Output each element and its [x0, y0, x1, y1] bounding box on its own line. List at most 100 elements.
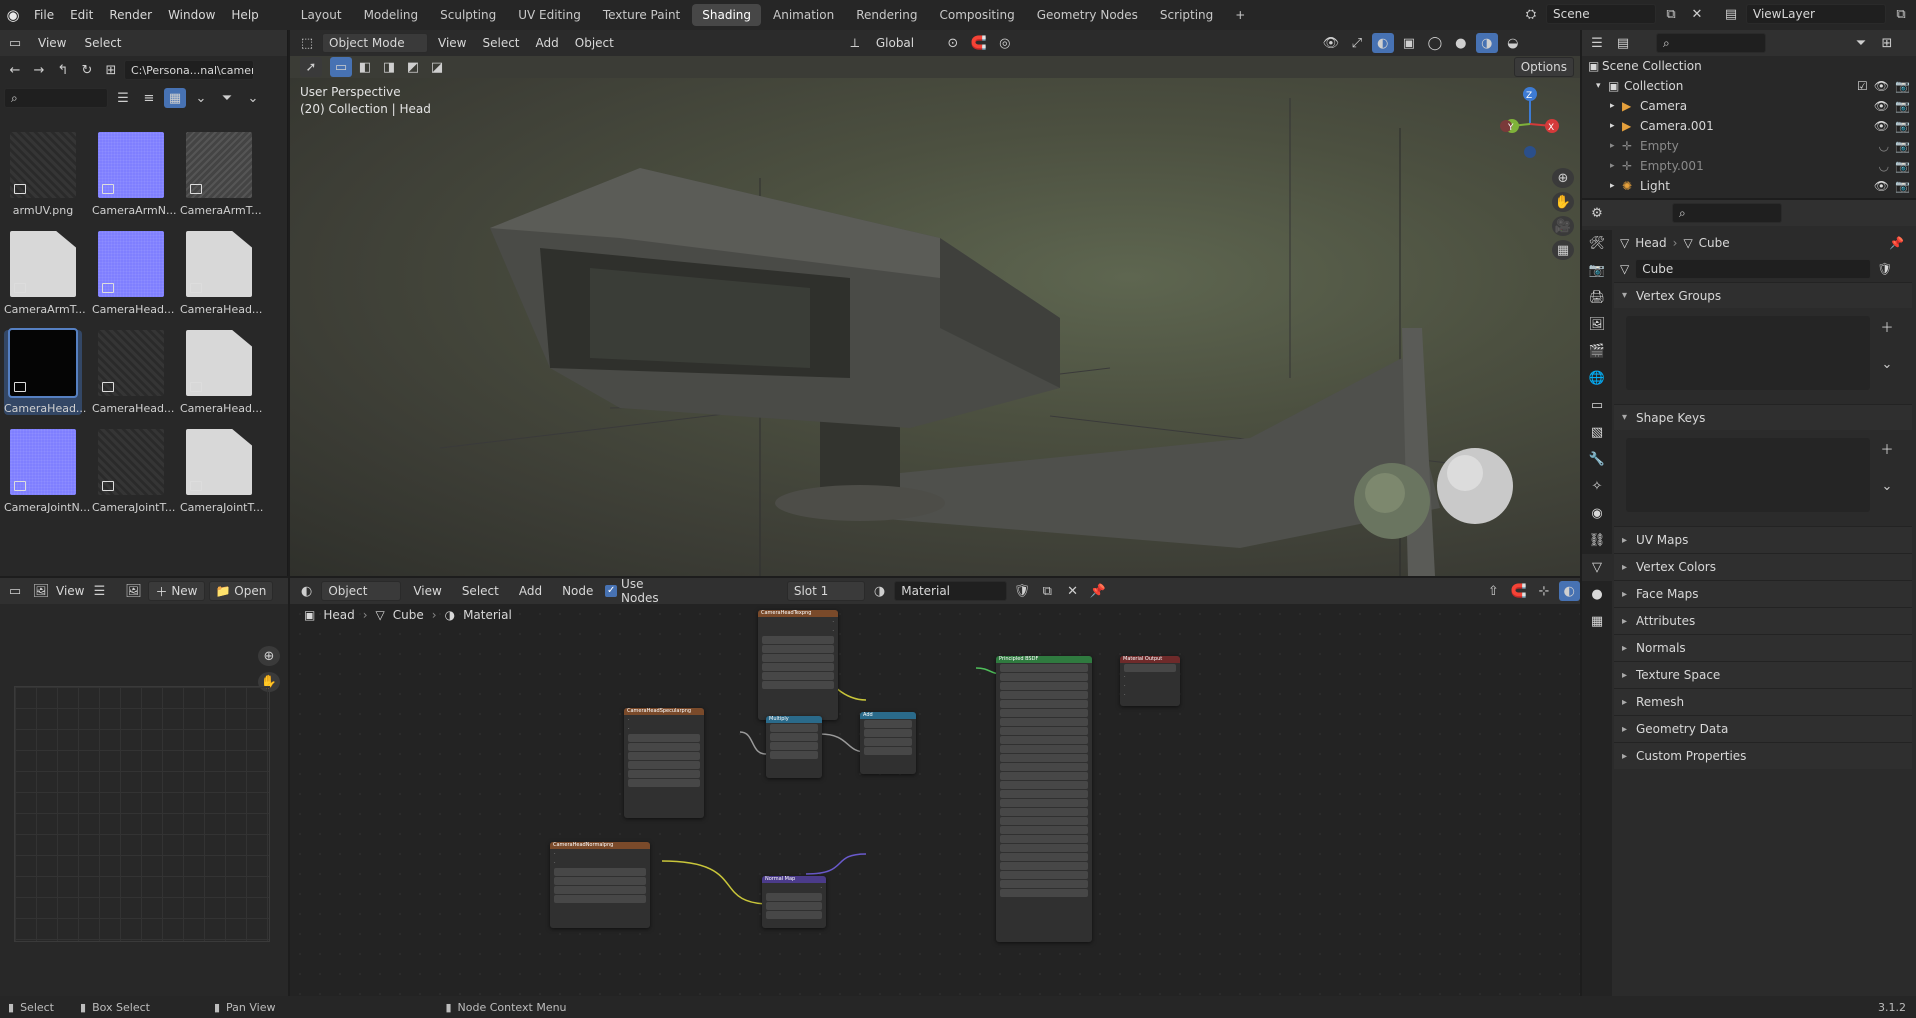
viewport-editor-type-icon[interactable]: ⬚ [296, 33, 318, 53]
file-thumbnail[interactable]: CameraJointT... [180, 429, 263, 514]
menu-file[interactable]: File [26, 8, 62, 22]
select-new-icon[interactable]: ▭ [330, 57, 352, 77]
shader-type-selector[interactable]: Object [321, 581, 402, 601]
add-vertex-group-icon[interactable]: ＋ [1876, 316, 1898, 336]
file-thumbnail[interactable]: CameraArmN... [92, 132, 176, 217]
pin-icon[interactable]: 📌 [1889, 236, 1904, 250]
horizontal-list-icon[interactable]: ≡ [138, 88, 160, 108]
eye-icon[interactable]: 👁 [1874, 79, 1889, 93]
expand-chevron-icon[interactable]: ▸ [1610, 101, 1622, 111]
forward-icon[interactable]: → [28, 60, 50, 80]
filter-options-icon[interactable]: ⌄ [242, 88, 264, 108]
ortho-toggle-icon[interactable]: ▦ [1552, 240, 1574, 260]
eye-icon[interactable]: ◡ [1879, 139, 1889, 153]
ne-menu-add[interactable]: Add [511, 584, 550, 598]
add-shape-key-icon[interactable]: ＋ [1876, 438, 1898, 458]
expand-chevron-icon[interactable]: ▸ [1610, 181, 1622, 191]
back-icon[interactable]: ← [4, 60, 26, 80]
panel-collapsed[interactable]: ▸ Attributes [1614, 607, 1912, 634]
filter-icon[interactable]: ⏷ [216, 88, 238, 108]
outliner-item[interactable]: ▸ ▶ Camera.001 👁 📷 [1582, 116, 1916, 136]
properties-search-input[interactable]: ⌕ [1672, 203, 1782, 223]
menu-help[interactable]: Help [223, 8, 266, 22]
zoom-icon[interactable]: ⊕ [258, 646, 280, 666]
panel-collapsed[interactable]: ▸ Vertex Colors [1614, 553, 1912, 580]
node-texture-top[interactable]: CameraHeadTexpng · · [758, 610, 838, 720]
expand-chevron-icon[interactable]: ▸ [1610, 161, 1622, 171]
snap-icon[interactable]: 🧲 [968, 33, 990, 53]
object-tab-icon[interactable]: ▧ [1582, 419, 1612, 446]
display-mode-icon[interactable]: ▤ [1612, 33, 1634, 53]
properties-editor-type-icon[interactable]: ⚙ [1586, 203, 1608, 223]
expand-chevron-icon[interactable]: ▾ [1596, 81, 1608, 91]
options-button[interactable]: Options [1513, 57, 1574, 77]
tab-layout[interactable]: Layout [291, 4, 352, 26]
unlink-material-icon[interactable]: ✕ [1062, 581, 1083, 601]
expand-chevron-icon[interactable]: ▸ [1610, 141, 1622, 151]
collection-tab-icon[interactable]: ▭ [1582, 392, 1612, 419]
add-workspace-button[interactable]: + [1225, 4, 1255, 26]
view-layer-icon[interactable]: ▤ [1720, 4, 1742, 24]
node-texture-bottom[interactable]: CameraHeadNormalpng · · [550, 842, 650, 928]
vp-menu-view[interactable]: View [432, 36, 472, 50]
menu-window[interactable]: Window [160, 8, 223, 22]
panel-collapsed[interactable]: ▸ Face Maps [1614, 580, 1912, 607]
image-browse-icon[interactable]: 🖼 [122, 581, 144, 601]
file-thumbnail[interactable]: CameraArmT... [180, 132, 262, 217]
mode-selector[interactable]: Object Mode [322, 33, 428, 53]
vp-menu-object[interactable]: Object [569, 36, 620, 50]
overlay-icon[interactable]: ◐ [1371, 33, 1394, 53]
select-subtract-icon[interactable]: ◨ [378, 57, 400, 77]
select-extend-icon[interactable]: ◧ [354, 57, 376, 77]
outliner-search-input[interactable]: ⌕ [1656, 33, 1766, 53]
tab-uv-editing[interactable]: UV Editing [508, 4, 591, 26]
shape-key-menu-icon[interactable]: ⌄ [1876, 476, 1898, 496]
navigation-gizmo[interactable]: Z X Y [1490, 84, 1570, 164]
breadcrumb-mesh[interactable]: Cube [1699, 236, 1730, 250]
file-thumbnail[interactable]: CameraJointN... [4, 429, 90, 514]
panel-collapsed[interactable]: ▸ Custom Properties [1614, 742, 1912, 769]
particles-tab-icon[interactable]: ✧ [1582, 473, 1612, 500]
checkbox-icon[interactable]: ☑ [1857, 79, 1868, 93]
overlay-icon[interactable]: ◐ [1558, 581, 1580, 601]
parent-node-tree-icon[interactable]: ⇧ [1483, 581, 1504, 601]
node-canvas[interactable]: ▣ Head › ▽ Cube › ◑ Material CameraHeadT… [290, 604, 1580, 996]
outliner-item[interactable]: ▸ ✛ Empty ◡ 📷 [1582, 136, 1916, 156]
panel-collapsed[interactable]: ▸ Normals [1614, 634, 1912, 661]
new-image-button[interactable]: ＋ New [148, 581, 205, 601]
snap-icon[interactable]: 🧲 [1508, 581, 1529, 601]
delete-scene-icon[interactable]: ✕ [1686, 4, 1708, 24]
outliner-collection[interactable]: ▾ ▣ Collection ☑ 👁 📷 [1582, 76, 1916, 96]
new-collection-icon[interactable]: ⊞ [1876, 33, 1898, 53]
open-image-button[interactable]: 📁 Open [208, 581, 274, 601]
pan-hand-icon[interactable]: ✋ [1552, 192, 1574, 212]
tab-animation[interactable]: Animation [763, 4, 844, 26]
ne-menu-select[interactable]: Select [454, 584, 507, 598]
scene-tab-icon[interactable]: 🎬 [1582, 338, 1612, 365]
material-tab-icon[interactable]: ● [1582, 581, 1612, 608]
transform-orientation-selector[interactable]: Global [870, 33, 938, 53]
panel-shape-keys[interactable]: ▾ Shape Keys [1614, 404, 1912, 430]
node-material-output[interactable]: Material Output · · · [1120, 656, 1180, 706]
fb-search-input[interactable]: ⌕ [4, 88, 108, 108]
rendered-shading-icon[interactable]: ◒ [1502, 33, 1524, 53]
solid-shading-icon[interactable]: ● [1450, 33, 1472, 53]
ne-menu-node[interactable]: Node [554, 584, 601, 598]
new-scene-icon[interactable]: ⧉ [1660, 4, 1682, 24]
refresh-icon[interactable]: ↻ [76, 60, 98, 80]
proportional-edit-icon[interactable]: ◎ [994, 33, 1016, 53]
outliner-item[interactable]: ▸ ✛ Empty.001 ◡ 📷 [1582, 156, 1916, 176]
tab-scripting[interactable]: Scripting [1150, 4, 1223, 26]
texture-tab-icon[interactable]: ▦ [1582, 608, 1612, 635]
outliner-editor-type-icon[interactable]: ☰ [1586, 33, 1608, 53]
file-thumbnail[interactable]: CameraArmT... [4, 231, 86, 316]
material-slot-selector[interactable]: Slot 1 [786, 581, 865, 601]
mesh-name-field[interactable]: Cube [1635, 259, 1872, 279]
visibility-icon[interactable]: 👁 [1320, 33, 1342, 53]
file-thumbnail[interactable]: CameraHead... [180, 231, 262, 316]
image-mode-icon[interactable]: 🖼 [30, 581, 52, 601]
fb-menu-view[interactable]: View [32, 36, 72, 50]
file-thumbnail[interactable]: armUV.png [4, 132, 82, 217]
vertical-list-icon[interactable]: ☰ [112, 88, 134, 108]
path-field[interactable]: C:\Persona...nal\camera\ [124, 60, 254, 80]
